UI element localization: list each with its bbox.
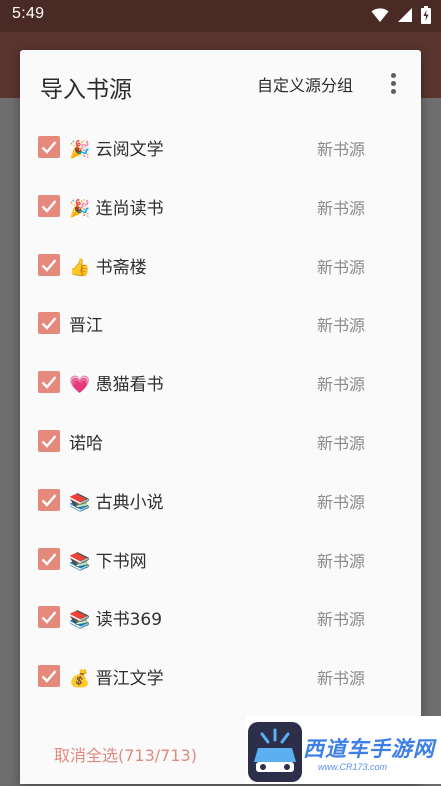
book-source-group: 新书源 [316, 434, 365, 453]
book-source-group: 新书源 [316, 257, 365, 277]
checkbox-checked[interactable] [38, 136, 60, 158]
book-source-group: 新书源 [316, 610, 365, 630]
book-source-name: 💰 晋江文学 [69, 669, 164, 690]
book-source-name: 👍 书斋楼 [69, 257, 147, 278]
book-source-group: 新书源 [316, 316, 365, 336]
checkbox-checked[interactable] [38, 488, 60, 511]
wifi-icon [371, 7, 389, 27]
book-source-group: 新书源 [316, 375, 365, 395]
more-dot [391, 89, 396, 94]
watermark-url: www.CR173.com [318, 762, 388, 772]
deselect-all-button[interactable]: 取消全选(713/713) [54, 742, 197, 766]
book-source-group: 新书源 [316, 551, 365, 571]
dialog-header: 导入书源 自定义源分组 [20, 50, 421, 116]
book-source-name: 💗 愚猫看书 [69, 375, 164, 396]
watermark-text: 西道车手游网 [303, 737, 435, 761]
book-source-name: 📚 读书369 [69, 610, 163, 631]
more-vert-icon[interactable] [384, 70, 404, 98]
book-source-row[interactable]: 💰 晋江文学 新书源 [20, 647, 421, 706]
book-source-name: 📚 下书网 [69, 551, 147, 572]
watermark-logo [248, 722, 302, 782]
book-source-row[interactable]: 诺哈 新书源 [20, 412, 421, 471]
dialog-title: 导入书源 [40, 77, 132, 103]
book-source-name: 🎉 云阅文学 [69, 140, 164, 160]
import-book-source-dialog: 导入书源 自定义源分组 🎉 云阅文学 新书源 🎉 连尚读书 新书源 👍 书斋楼 新书源 晋江… [20, 50, 421, 784]
status-icons [371, 6, 431, 28]
book-source-group: 新书源 [316, 198, 365, 218]
book-source-row[interactable]: 👍 书斋楼 新书源 [20, 236, 421, 295]
book-source-group: 新书源 [316, 140, 365, 159]
custom-source-group-button[interactable]: 自定义源分组 [257, 72, 353, 96]
book-source-group: 新书源 [316, 669, 365, 689]
book-source-name: 🎉 连尚读书 [69, 198, 164, 219]
book-source-name: 晋江 [69, 316, 103, 337]
status-time: 5:49 [12, 5, 45, 22]
book-source-name: 诺哈 [69, 434, 103, 454]
more-dot [391, 81, 396, 86]
book-source-group: 新书源 [316, 492, 365, 512]
book-source-name: 📚 古典小说 [69, 492, 164, 513]
checkbox-checked[interactable] [38, 547, 60, 570]
battery-charging-icon [421, 6, 431, 28]
status-bar: 5:49 [0, 0, 441, 32]
book-source-row[interactable]: 🎉 云阅文学 新书源 [20, 118, 421, 177]
checkbox-checked[interactable] [38, 371, 60, 394]
book-source-row[interactable]: 📚 读书369 新书源 [20, 588, 421, 647]
checkbox-checked[interactable] [38, 194, 60, 217]
book-source-row[interactable]: 晋江 新书源 [20, 294, 421, 353]
checkbox-checked[interactable] [38, 665, 60, 688]
checkbox-checked[interactable] [38, 312, 60, 335]
checkbox-checked[interactable] [38, 253, 60, 276]
checkbox-checked[interactable] [38, 430, 60, 452]
book-source-row[interactable]: 🎉 连尚读书 新书源 [20, 177, 421, 236]
cellular-signal-icon [397, 7, 413, 27]
book-source-row[interactable]: 💗 愚猫看书 新书源 [20, 353, 421, 412]
more-dot [391, 73, 396, 78]
book-source-row[interactable]: 📚 古典小说 新书源 [20, 471, 421, 530]
book-source-row[interactable]: 📚 下书网 新书源 [20, 530, 421, 589]
checkbox-checked[interactable] [38, 606, 60, 629]
